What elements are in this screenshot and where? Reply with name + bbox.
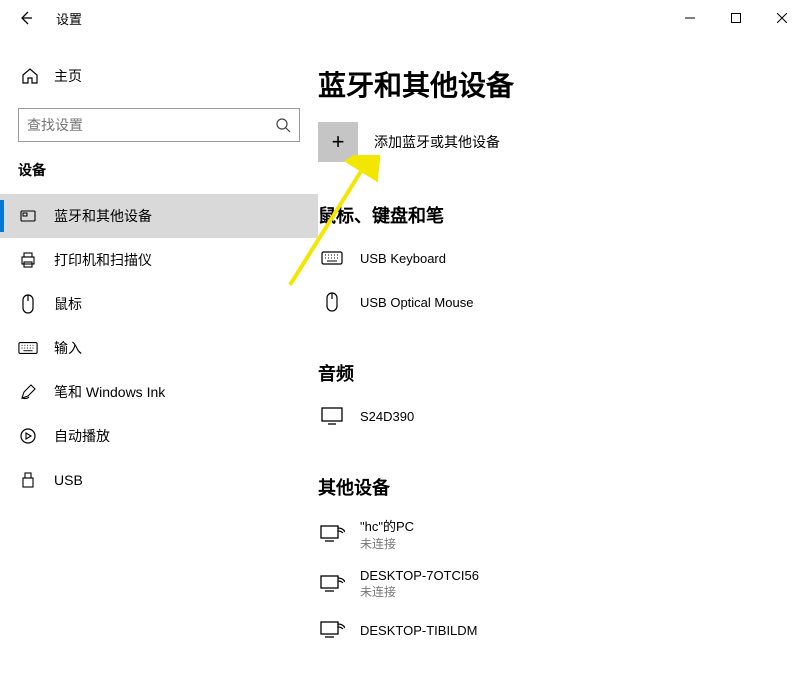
pc-wifi-icon <box>318 570 346 598</box>
device-item[interactable]: S24D390 <box>318 396 785 440</box>
home-label: 主页 <box>54 66 82 86</box>
device-item[interactable]: USB Optical Mouse <box>318 282 785 326</box>
maximize-icon <box>731 13 741 23</box>
device-name: USB Keyboard <box>360 251 446 266</box>
back-arrow-icon <box>18 10 34 26</box>
minimize-button[interactable] <box>667 2 713 34</box>
add-device-row[interactable]: + 添加蓝牙或其他设备 <box>318 122 785 162</box>
keyboard-icon <box>18 338 38 358</box>
close-icon <box>777 13 787 23</box>
close-button[interactable] <box>759 2 805 34</box>
window-title: 设置 <box>56 9 82 28</box>
section-title-2: 其他设备 <box>318 474 785 500</box>
sidebar-item-1[interactable]: 打印机和扫描仪 <box>0 238 318 282</box>
section-title-1: 音频 <box>318 360 785 386</box>
sidebar-item-label: 输入 <box>54 338 82 358</box>
device-item[interactable]: DESKTOP-7OTCI56未连接 <box>318 562 785 610</box>
device-name: DESKTOP-7OTCI56 <box>360 568 479 583</box>
sidebar-item-3[interactable]: 输入 <box>0 326 318 370</box>
device-name: DESKTOP-TIBILDM <box>360 623 478 638</box>
minimize-icon <box>685 13 695 23</box>
usb-icon <box>18 470 38 490</box>
sidebar-item-label: 笔和 Windows Ink <box>54 382 165 402</box>
device-item[interactable]: "hc"的PC未连接 <box>318 510 785 562</box>
sidebar-item-label: 打印机和扫描仪 <box>54 250 152 270</box>
autoplay-icon <box>18 426 38 446</box>
home-icon <box>20 66 40 86</box>
keyboard-icon <box>318 244 346 272</box>
add-device-button[interactable]: + <box>318 122 358 162</box>
plus-icon: + <box>332 129 345 155</box>
sidebar-item-label: 鼠标 <box>54 294 82 314</box>
add-device-label: 添加蓝牙或其他设备 <box>374 132 500 152</box>
search-input[interactable] <box>27 117 275 133</box>
sidebar-item-label: 蓝牙和其他设备 <box>54 206 152 226</box>
device-status: 未连接 <box>360 535 414 552</box>
sidebar-item-2[interactable]: 鼠标 <box>0 282 318 326</box>
sidebar-category: 设备 <box>0 158 318 194</box>
back-button[interactable] <box>12 4 40 32</box>
printer-icon <box>18 250 38 270</box>
sidebar-item-4[interactable]: 笔和 Windows Ink <box>0 370 318 414</box>
sidebar-item-5[interactable]: 自动播放 <box>0 414 318 458</box>
device-name: "hc"的PC <box>360 516 414 535</box>
sidebar-item-label: USB <box>54 472 83 488</box>
sidebar-item-6[interactable]: USB <box>0 458 318 502</box>
search-input-container[interactable] <box>18 108 300 142</box>
device-status: 未连接 <box>360 583 479 600</box>
section-title-0: 鼠标、键盘和笔 <box>318 202 785 228</box>
pc-wifi-icon <box>318 616 346 644</box>
pen-icon <box>18 382 38 402</box>
maximize-button[interactable] <box>713 2 759 34</box>
sidebar-item-label: 自动播放 <box>54 426 110 446</box>
bluetooth-device-icon <box>18 206 38 226</box>
pc-wifi-icon <box>318 520 346 548</box>
page-title: 蓝牙和其他设备 <box>318 64 785 104</box>
mouse-icon <box>318 288 346 316</box>
mouse-icon <box>18 294 38 314</box>
device-item[interactable]: DESKTOP-TIBILDM <box>318 610 785 654</box>
device-name: S24D390 <box>360 409 414 424</box>
device-name: USB Optical Mouse <box>360 295 473 310</box>
sidebar-item-0[interactable]: 蓝牙和其他设备 <box>0 194 318 238</box>
monitor-icon <box>318 402 346 430</box>
home-link[interactable]: 主页 <box>0 60 318 100</box>
search-icon <box>275 117 291 133</box>
device-item[interactable]: USB Keyboard <box>318 238 785 282</box>
